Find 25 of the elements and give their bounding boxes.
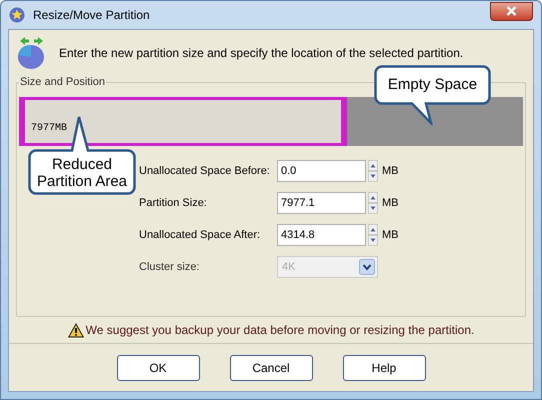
warning-text: We suggest you backup your data before moving or resizing the partition.	[86, 322, 474, 339]
spinner-arrows[interactable]	[368, 160, 378, 182]
partition-size-label: 7977MB	[31, 122, 68, 136]
spinner-arrows[interactable]	[368, 192, 378, 214]
number-field[interactable]: 0.0	[277, 160, 366, 182]
dialog-button[interactable]: Cancel	[230, 354, 312, 380]
dialog-button[interactable]: OK	[116, 354, 200, 380]
close-icon	[506, 6, 517, 16]
number-field[interactable]: 4314.8	[277, 224, 366, 246]
unit-label: MB	[382, 228, 398, 243]
instruction-text: Enter the new partition size and specify the location of the selected partition.	[59, 45, 464, 62]
number-field[interactable]: 7977.1	[277, 192, 366, 214]
window-title: Resize/Move Partition	[33, 7, 150, 24]
partition-block[interactable]: 7977MB	[19, 97, 347, 146]
warning-icon	[68, 322, 84, 338]
field-label: Cluster size:	[139, 260, 201, 275]
unit-label: MB	[382, 164, 398, 179]
unit-label: MB	[382, 196, 398, 211]
close-button[interactable]	[490, 2, 533, 20]
callout-bubble: Empty Space	[374, 65, 491, 125]
dialog-button[interactable]: Help	[342, 354, 426, 380]
field-label: Unallocated Space Before:	[139, 164, 271, 179]
field-label: Partition Size:	[139, 196, 208, 211]
field-label: Unallocated Space After:	[139, 228, 262, 243]
spinner-arrows[interactable]	[368, 224, 378, 246]
